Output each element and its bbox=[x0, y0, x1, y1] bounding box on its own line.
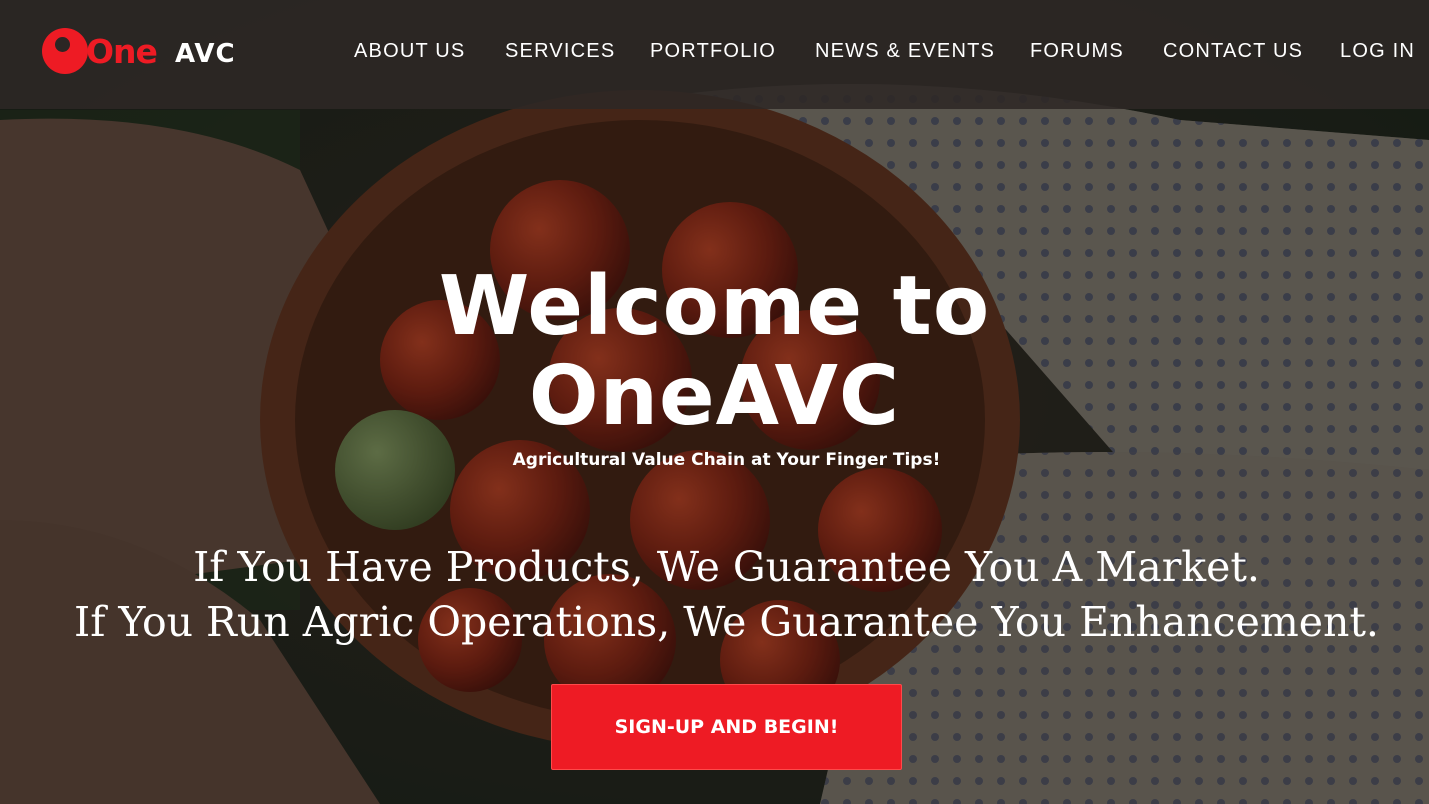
signup-button[interactable]: SIGN-UP AND BEGIN! bbox=[551, 684, 902, 770]
tagline-line-2: If You Run Agric Operations, We Guarante… bbox=[74, 598, 1379, 646]
nav-item-portfolio[interactable]: PORTFOLIO bbox=[650, 40, 776, 63]
nav-item-forums[interactable]: FORUMS bbox=[1030, 40, 1124, 63]
nav-item-log-in[interactable]: LOG IN bbox=[1340, 40, 1415, 63]
hero-title-line-2: OneAVC bbox=[528, 349, 901, 444]
hero-subtitle: Agricultural Value Chain at Your Finger … bbox=[512, 450, 941, 470]
hero-title: Welcome to OneAVC bbox=[0, 262, 1429, 442]
hero-title-line-1: Welcome to bbox=[438, 259, 991, 354]
hero-section: One AVC ABOUT US SERVICES PORTFOLIO NEWS… bbox=[0, 0, 1429, 804]
nav-item-services[interactable]: SERVICES bbox=[505, 40, 615, 63]
top-navbar: One AVC ABOUT US SERVICES PORTFOLIO NEWS… bbox=[0, 0, 1429, 109]
nav-menu: ABOUT US SERVICES PORTFOLIO NEWS & EVENT… bbox=[0, 40, 1429, 70]
hero-tagline: If You Have Products, We Guarantee You A… bbox=[0, 540, 1429, 650]
nav-item-about-us[interactable]: ABOUT US bbox=[354, 40, 465, 63]
nav-item-contact-us[interactable]: CONTACT US bbox=[1163, 40, 1303, 63]
nav-item-news-events[interactable]: NEWS & EVENTS bbox=[815, 40, 995, 63]
tagline-line-1: If You Have Products, We Guarantee You A… bbox=[193, 543, 1260, 591]
